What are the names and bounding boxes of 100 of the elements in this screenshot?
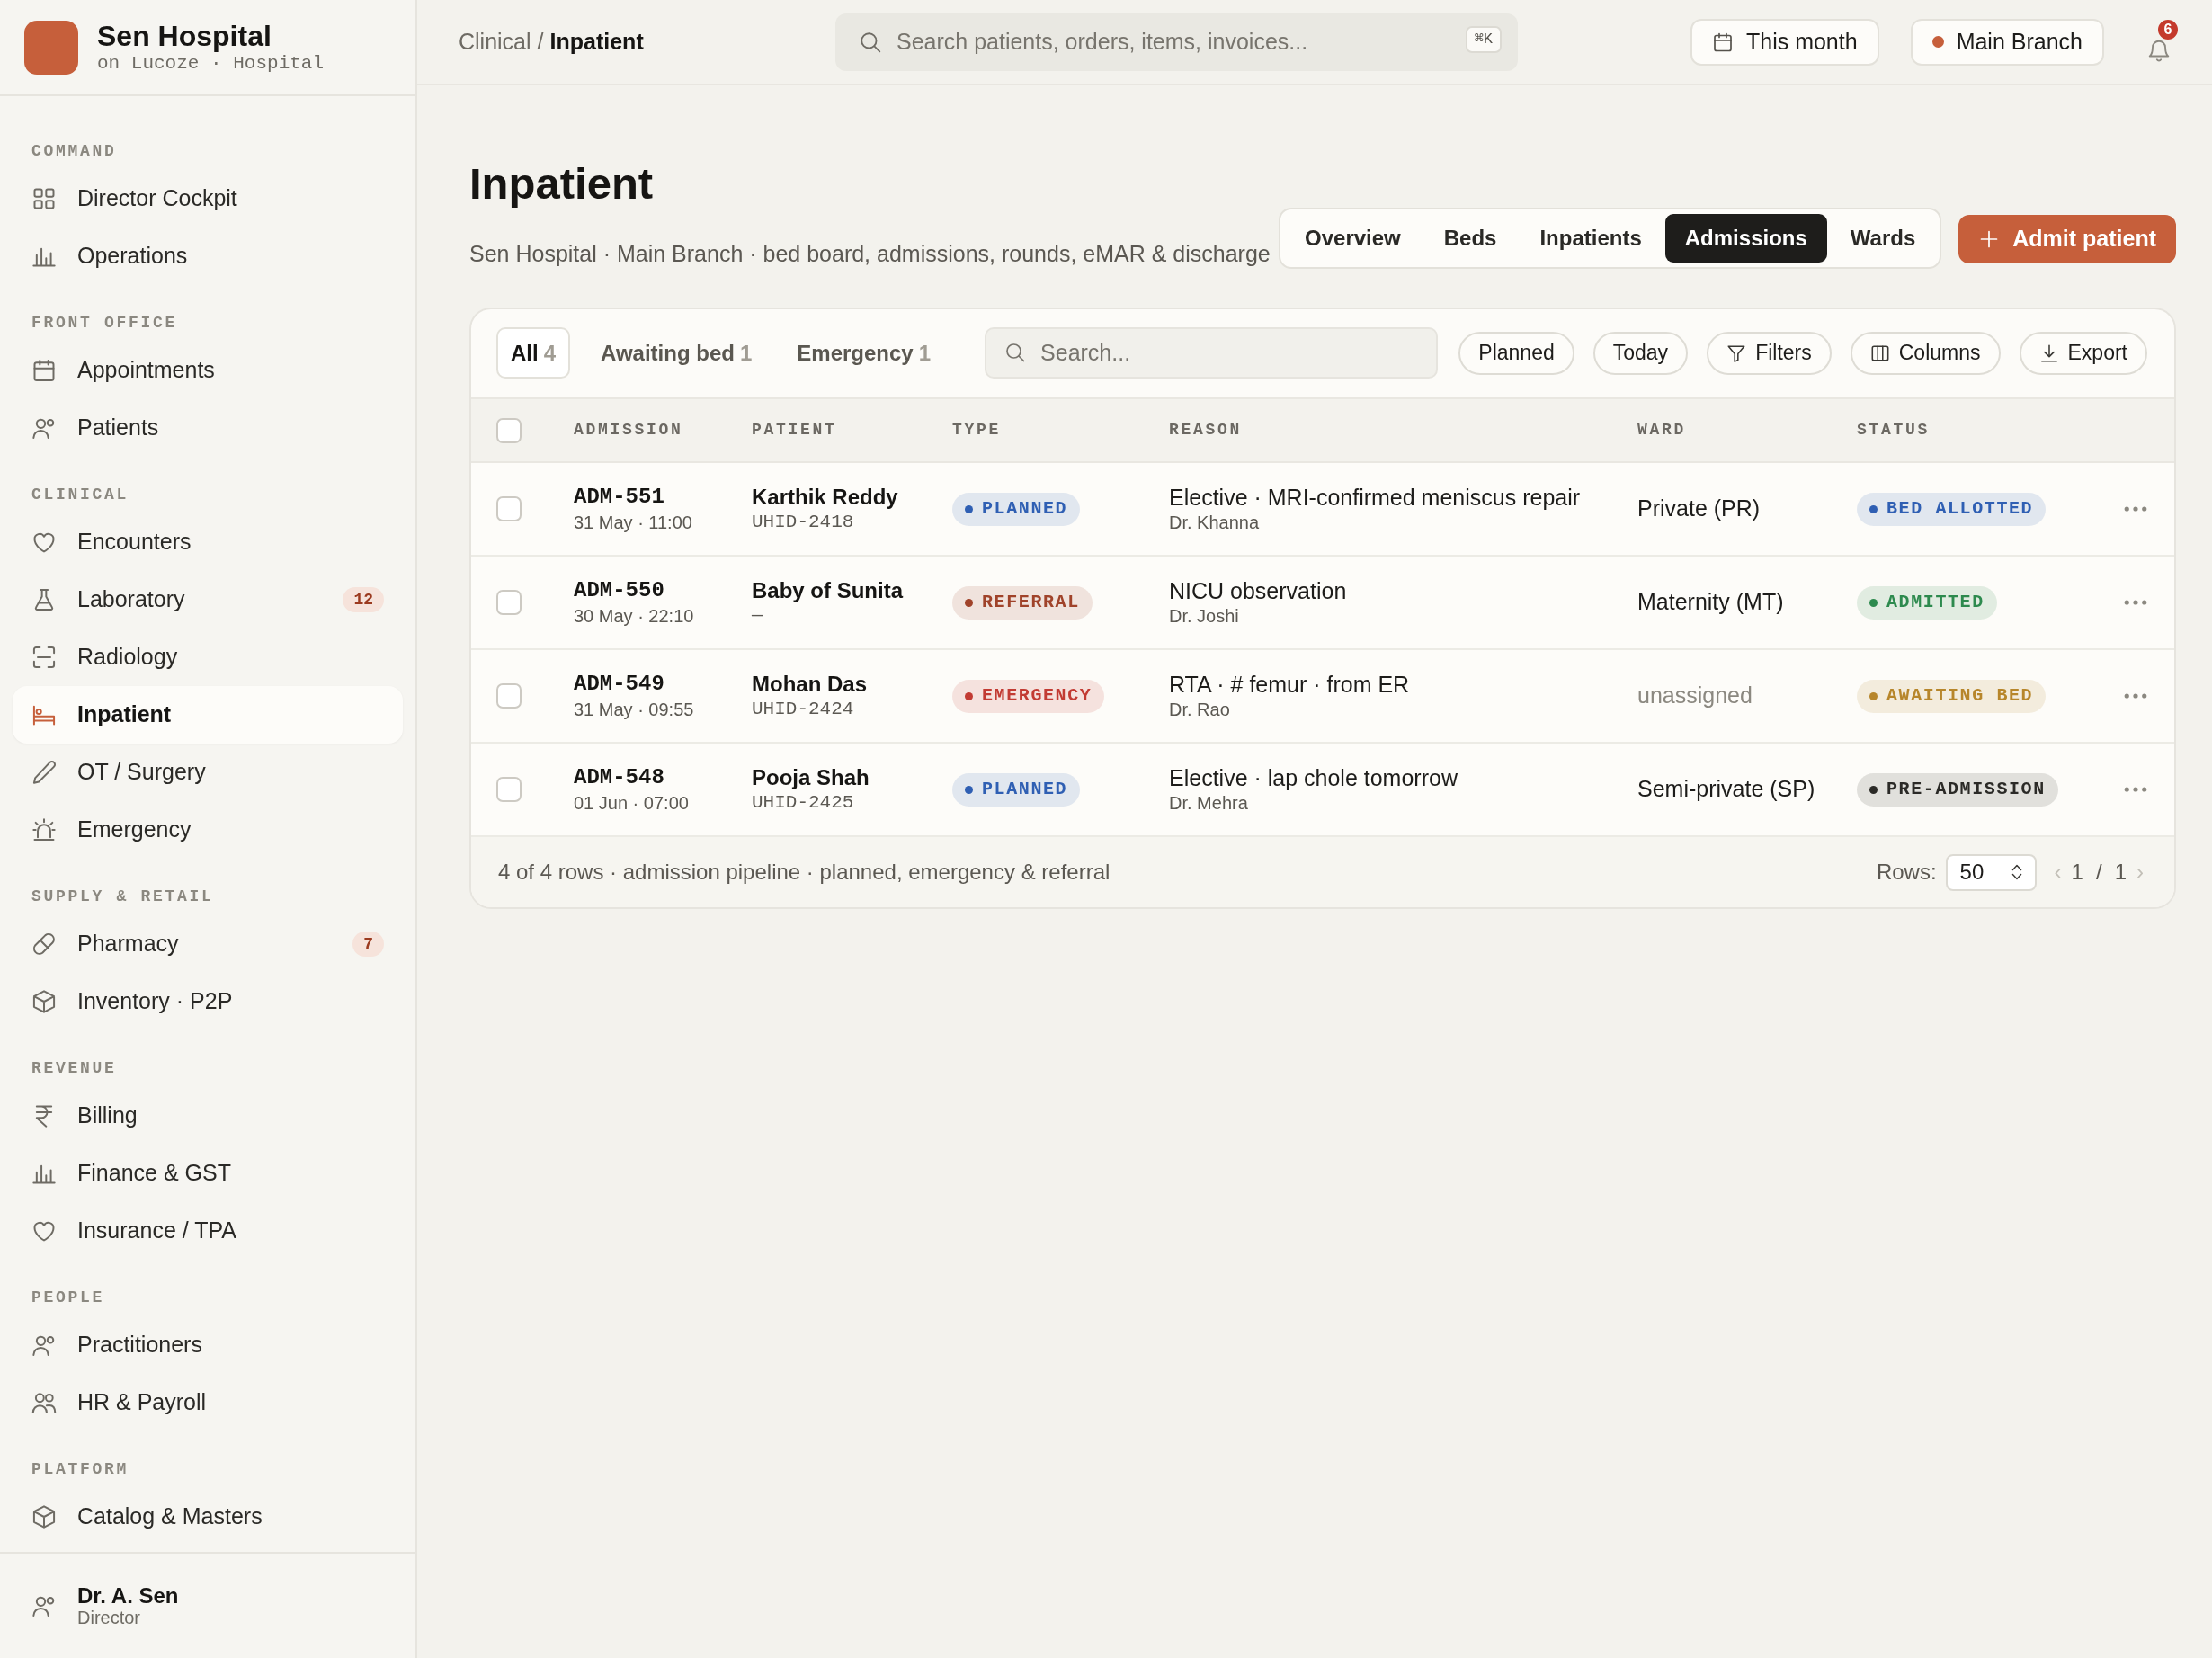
filter-tab[interactable]: All 4 [496, 327, 571, 379]
tab[interactable]: Beds [1423, 214, 1517, 263]
column-header: WARD [1637, 421, 1686, 439]
column-header: REASON [1169, 421, 1242, 439]
select-all-checkbox[interactable] [496, 417, 522, 443]
more-icon[interactable] [2124, 692, 2147, 700]
cube-icon [31, 989, 57, 1014]
type-label: PLANNED [982, 778, 1068, 801]
columns-button[interactable]: Columns [1850, 331, 2001, 375]
nav-item[interactable]: Insurance / TPA [13, 1202, 403, 1260]
nav-item[interactable]: Finance & GST [13, 1145, 403, 1202]
branch-button[interactable]: Main Branch [1910, 18, 2104, 66]
admission-id: ADM-549 [574, 671, 665, 698]
filter-tab[interactable]: Awaiting bed 1 [586, 327, 767, 379]
columns-icon [1869, 343, 1890, 363]
patient-name: Baby of Sunita [752, 577, 905, 604]
column-header: TYPE [952, 421, 1001, 439]
doctor-name: Dr. Khanna [1169, 512, 1261, 534]
current-page: 1 [2071, 859, 2083, 886]
nav-item[interactable]: Encounters [13, 513, 403, 571]
status-label: PRE-ADMISSION [1886, 778, 2046, 801]
row-checkbox[interactable] [496, 683, 522, 709]
nav-item[interactable]: Catalog & Masters [13, 1488, 403, 1546]
nav-item[interactable]: Operations [13, 227, 403, 285]
patient-name: Pooja Shah [752, 764, 870, 791]
period-button[interactable]: This month [1690, 18, 1879, 66]
logo-icon [24, 20, 78, 75]
filter-chip[interactable]: Planned [1458, 331, 1574, 375]
filter-chip[interactable]: Today [1592, 331, 1689, 375]
patient-name: Karthik Reddy [752, 484, 899, 511]
search-icon [1004, 342, 1027, 363]
patient-id: UHID-2418 [752, 511, 855, 534]
admission-id: ADM-551 [574, 484, 665, 511]
ward-name: Private (PR) [1637, 495, 1761, 521]
more-icon[interactable] [2124, 599, 2147, 606]
type-label: EMERGENCY [982, 684, 1093, 708]
type-label: REFERRAL [982, 591, 1080, 614]
reason-text: Elective · MRI-confirmed meniscus repair [1169, 484, 1582, 511]
people-icon [31, 1390, 57, 1415]
nav-item[interactable]: Emergency [13, 801, 403, 859]
section-label: PEOPLE [31, 1288, 105, 1308]
nav-item[interactable]: Billing [13, 1087, 403, 1145]
tab[interactable]: Admissions [1664, 214, 1827, 263]
filter-tab[interactable]: Emergency 1 [782, 327, 946, 379]
nav-item[interactable]: HR & Payroll [13, 1374, 403, 1431]
nav-item[interactable]: Appointments [13, 342, 403, 399]
nav-item[interactable]: Laboratory 12 [13, 571, 403, 628]
doctor-name: Dr. Joshi [1169, 605, 1240, 628]
reason-text: Elective · lap chole tomorrow [1169, 764, 1458, 791]
reason-text: NICU observation [1169, 577, 1348, 604]
pen-icon [31, 760, 57, 785]
patient-id: UHID-2425 [752, 791, 855, 815]
tab[interactable]: Inpatients [1520, 214, 1662, 263]
notification-badge: 6 [2156, 17, 2180, 41]
filters-button[interactable]: Filters [1707, 331, 1832, 375]
breadcrumb-current: Inpatient [549, 28, 644, 54]
export-button[interactable]: Export [2019, 331, 2147, 375]
nav-item[interactable]: Inventory · P2P [13, 973, 403, 1030]
tab[interactable]: Overview [1285, 214, 1421, 263]
more-icon[interactable] [2124, 505, 2147, 513]
grid-icon [31, 186, 57, 211]
patient-name: Mohan Das [752, 671, 868, 698]
column-header: STATUS [1857, 421, 1930, 439]
nav-item[interactable]: Inpatient [13, 686, 403, 744]
calendar-icon [1711, 31, 1734, 53]
more-icon[interactable] [2124, 786, 2147, 793]
branch-dot-icon [1931, 36, 1944, 48]
admission-id: ADM-548 [574, 764, 665, 791]
nav-item[interactable]: Radiology [13, 628, 403, 686]
patient-id: UHID-2424 [752, 698, 855, 721]
nav-item[interactable]: Director Cockpit [13, 170, 403, 227]
section-label: FRONT OFFICE [31, 313, 179, 334]
calendar-icon [31, 358, 57, 383]
section-label: COMMAND [31, 141, 118, 162]
doctor-name: Dr. Mehra [1169, 792, 1249, 815]
breadcrumb-link[interactable]: Clinical [459, 28, 531, 54]
nav-item[interactable]: Pharmacy 7 [13, 915, 403, 973]
nav-item[interactable]: OT / Surgery [13, 744, 403, 801]
table-search-field[interactable]: Search... [985, 327, 1439, 379]
row-checkbox[interactable] [496, 496, 522, 521]
tab[interactable]: Wards [1830, 214, 1936, 263]
admit-patient-button[interactable]: Admit patient [1958, 215, 2176, 263]
pill-icon [31, 932, 57, 957]
rows-per-page-select[interactable]: 50 [1945, 853, 2037, 891]
page-title: Inpatient [469, 158, 655, 209]
rows-label: Rows: [1876, 859, 1937, 886]
total-pages: 1 [2114, 859, 2127, 886]
nav-item[interactable]: Patients [13, 399, 403, 457]
brand-subtitle: on Lucoze · Hospital [97, 52, 325, 76]
ward-name: Semi-private (SP) [1637, 776, 1815, 802]
row-checkbox[interactable] [496, 777, 522, 802]
column-header: PATIENT [752, 421, 837, 439]
reason-text: RTA · # femur · from ER [1169, 671, 1411, 698]
patient-id: — [752, 604, 764, 628]
user-name: Dr. A. Sen [77, 1582, 179, 1609]
breadcrumb-separator: / [537, 28, 544, 54]
nav-item[interactable]: Practitioners [13, 1316, 403, 1374]
row-checkbox[interactable] [496, 590, 522, 615]
status-label: ADMITTED [1886, 591, 1985, 614]
section-label: REVENUE [31, 1058, 118, 1079]
